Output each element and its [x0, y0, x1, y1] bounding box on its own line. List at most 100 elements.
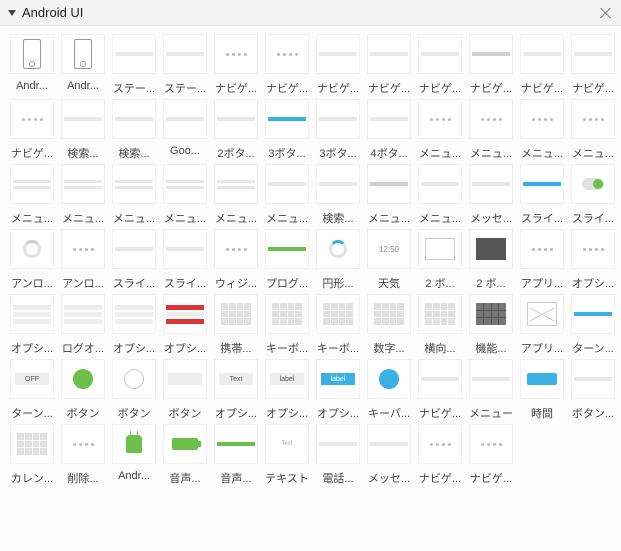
stencil-thumb [10, 34, 54, 74]
stencil-item[interactable]: アプリ... [518, 229, 566, 291]
stencil-item[interactable]: メニュ... [110, 164, 158, 226]
stencil-item[interactable]: カレン... [8, 424, 56, 486]
stencil-item[interactable]: 横向... [416, 294, 464, 356]
panel-header[interactable]: Android UI [0, 0, 621, 26]
stencil-thumb [61, 34, 105, 74]
stencil-item[interactable]: アンロ... [59, 229, 107, 291]
stencil-item[interactable]: メニュ... [569, 99, 617, 161]
stencil-item[interactable]: ナビゲ... [416, 359, 464, 421]
stencil-item[interactable]: Textオプシ... [212, 359, 260, 421]
stencil-item[interactable]: 機能... [467, 294, 515, 356]
stencil-item[interactable]: メニュ... [518, 99, 566, 161]
stencil-item[interactable]: キーボ... [314, 294, 362, 356]
stencil-item[interactable]: メニュ... [416, 164, 464, 226]
stencil-item[interactable]: ウィジ... [212, 229, 260, 291]
stencil-item[interactable]: 音声... [161, 424, 209, 486]
stencil-item[interactable]: 2 ボ... [467, 229, 515, 291]
stencil-item[interactable]: 3ボタ... [263, 99, 311, 161]
stencil-item[interactable]: ナビゲ... [467, 34, 515, 96]
stencil-item[interactable]: 検索... [314, 164, 362, 226]
stencil-item[interactable]: ナビゲ... [416, 424, 464, 486]
stencil-label: オプシ... [161, 340, 209, 356]
close-icon[interactable] [599, 6, 613, 20]
stencil-item[interactable]: メニュ... [416, 99, 464, 161]
stencil-item[interactable]: ボタン... [569, 359, 617, 421]
stencil-item[interactable]: 検索... [59, 99, 107, 161]
stencil-item[interactable]: ナビゲ... [212, 34, 260, 96]
stencil-item[interactable]: スライ... [161, 229, 209, 291]
stencil-item[interactable]: ボタン [161, 359, 209, 421]
stencil-item[interactable]: ボタン [59, 359, 107, 421]
stencil-label: メニュ... [416, 145, 464, 161]
stencil-item[interactable]: ナビゲ... [8, 99, 56, 161]
stencil-item[interactable]: ターン... [569, 294, 617, 356]
stencil-item[interactable]: ナビゲ... [569, 34, 617, 96]
stencil-item[interactable]: スライ... [110, 229, 158, 291]
stencil-item[interactable]: メニュ... [59, 164, 107, 226]
stencil-item[interactable]: メニュ... [263, 164, 311, 226]
stencil-item[interactable]: ナビゲ... [416, 34, 464, 96]
stencil-item[interactable]: labelオプシ... [314, 359, 362, 421]
stencil-item[interactable]: オプシ... [569, 229, 617, 291]
stencil-item[interactable]: ナビゲ... [467, 424, 515, 486]
stencil-item[interactable]: 電話... [314, 424, 362, 486]
stencil-item[interactable]: メニュ... [212, 164, 260, 226]
stencil-label: アンロ... [59, 275, 107, 291]
stencil-item[interactable]: 3ボタ... [314, 99, 362, 161]
stencil-item[interactable]: 音声... [212, 424, 260, 486]
stencil-item[interactable]: ナビゲ... [518, 34, 566, 96]
stencil-item[interactable]: アンロ... [8, 229, 56, 291]
stencil-item[interactable]: ステー... [161, 34, 209, 96]
stencil-item[interactable]: ログオ... [59, 294, 107, 356]
stencil-item[interactable]: オプシ... [8, 294, 56, 356]
stencil-item[interactable]: Andr... [59, 34, 107, 96]
stencil-label: メニュ... [161, 210, 209, 226]
stencil-thumb [265, 164, 309, 204]
stencil-item[interactable]: メニュ... [161, 164, 209, 226]
stencil-item[interactable]: labelオプシ... [263, 359, 311, 421]
stencil-thumb [163, 424, 207, 464]
stencil-item[interactable]: ナビゲ... [314, 34, 362, 96]
stencil-item[interactable]: 削除... [59, 424, 107, 486]
stencil-item[interactable]: Andr... [110, 424, 158, 486]
stencil-item[interactable]: スライ... [569, 164, 617, 226]
stencil-thumb: label [265, 359, 309, 399]
stencil-item[interactable]: オプシ... [110, 294, 158, 356]
stencil-item[interactable]: キーパ... [365, 359, 413, 421]
stencil-item[interactable]: 携帯... [212, 294, 260, 356]
stencil-item[interactable]: OFFターン... [8, 359, 56, 421]
stencil-item[interactable]: Goo... [161, 99, 209, 161]
stencil-item[interactable]: 4ボタ... [365, 99, 413, 161]
stencil-item[interactable]: 12:50天気 [365, 229, 413, 291]
stencil-item[interactable]: 時間 [518, 359, 566, 421]
stencil-item[interactable]: メッセ... [467, 164, 515, 226]
stencil-item[interactable]: メニュー [467, 359, 515, 421]
stencil-item[interactable]: 円形... [314, 229, 362, 291]
collapse-triangle-icon[interactable] [8, 10, 16, 16]
stencil-item[interactable]: スライ... [518, 164, 566, 226]
stencil-item[interactable]: 2 ボ... [416, 229, 464, 291]
stencil-item[interactable]: ナビゲ... [365, 34, 413, 96]
stencil-item[interactable]: 数字... [365, 294, 413, 356]
stencil-thumb [571, 229, 615, 269]
stencil-item[interactable]: メニュ... [467, 99, 515, 161]
stencil-item[interactable]: 2ボタ... [212, 99, 260, 161]
stencil-item[interactable]: メニュ... [8, 164, 56, 226]
stencil-item[interactable]: Textテキスト [263, 424, 311, 486]
stencil-thumb [61, 424, 105, 464]
stencil-item[interactable]: ボタン [110, 359, 158, 421]
stencil-item[interactable]: ステー... [110, 34, 158, 96]
stencil-item[interactable]: オプシ... [161, 294, 209, 356]
stencil-item[interactable]: メニュ... [365, 164, 413, 226]
stencil-item[interactable]: プログ... [263, 229, 311, 291]
stencil-label: 天気 [365, 275, 413, 291]
stencil-item[interactable]: キーボ... [263, 294, 311, 356]
stencil-item[interactable]: アプリ... [518, 294, 566, 356]
stencil-thumb [469, 424, 513, 464]
stencil-item[interactable]: ナビゲ... [263, 34, 311, 96]
stencil-thumb [418, 424, 462, 464]
stencil-item[interactable]: メッセ... [365, 424, 413, 486]
stencil-item[interactable]: 検索... [110, 99, 158, 161]
stencil-thumb [112, 164, 156, 204]
stencil-item[interactable]: Andr... [8, 34, 56, 96]
